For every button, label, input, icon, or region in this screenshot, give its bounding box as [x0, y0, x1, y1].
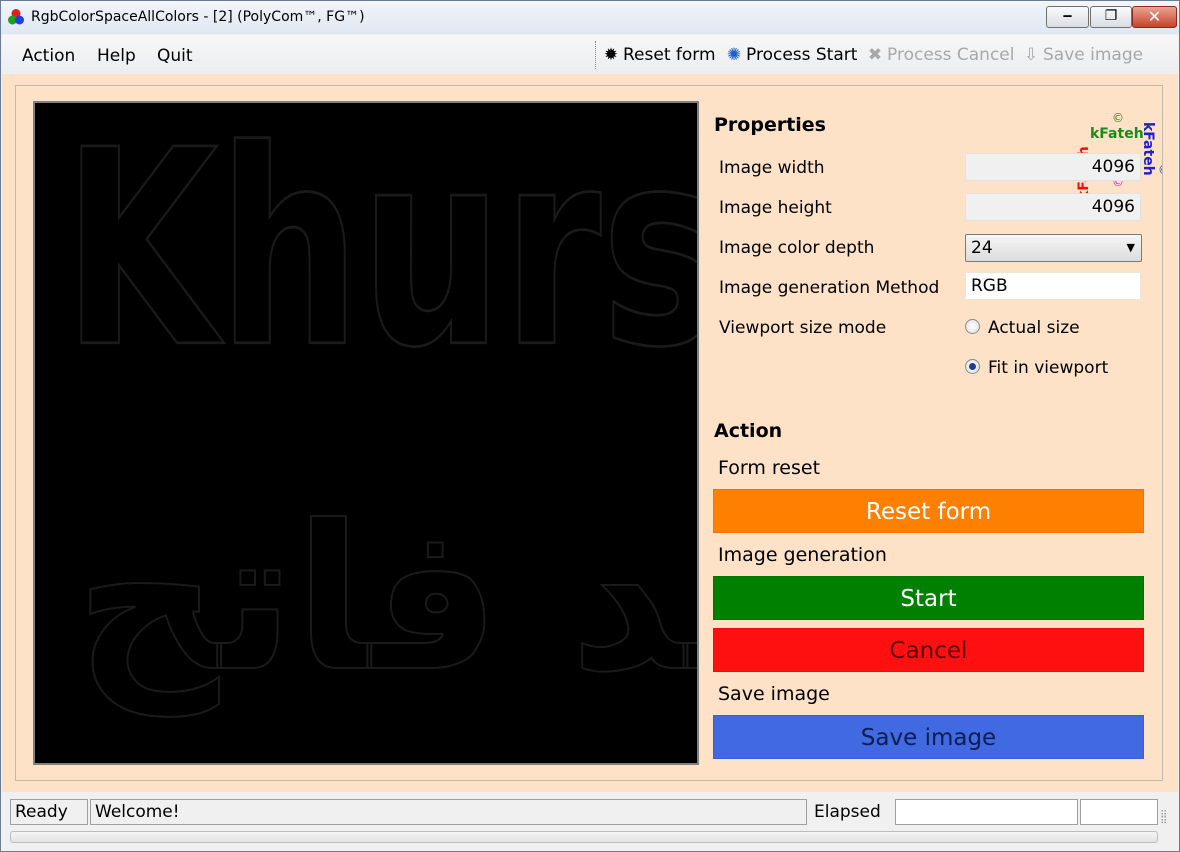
- start-button[interactable]: Start: [713, 576, 1144, 620]
- logo-text-top: kFateh: [1090, 126, 1144, 142]
- gear-icon: ✺: [726, 45, 742, 65]
- minimize-icon: ‒: [1062, 8, 1073, 24]
- app-window: RgbColorSpaceAllColors - [2] (PolyCom™, …: [0, 0, 1180, 852]
- image-viewport[interactable]: Khursheed Fateh خورشيد فاتح: [33, 101, 699, 765]
- toolbar-save-image-button[interactable]: ⇩ Save image: [1022, 45, 1143, 65]
- toolbar-process-start-button[interactable]: ✺ Process Start: [725, 45, 858, 65]
- toolbar-process-cancel-button[interactable]: ✖ Process Cancel: [866, 45, 1015, 65]
- image-generation-label: Image generation: [718, 544, 887, 566]
- watermark-arabic: خورشيد فاتح: [74, 482, 697, 717]
- cancel-icon: ✖: [867, 45, 883, 65]
- menu-bar: Action Help Quit ✹ Reset form ✺ Process St…: [2, 35, 1178, 73]
- radio-unchecked-icon: [965, 319, 980, 334]
- logo-symbol-top: ©: [1112, 112, 1124, 125]
- image-height-field[interactable]: 4096: [965, 193, 1141, 221]
- action-title: Action: [714, 420, 783, 442]
- save-image-label: Save image: [718, 683, 830, 705]
- progress-bar: [10, 831, 1158, 843]
- menu-help[interactable]: Help: [97, 46, 136, 66]
- logo-symbol-right: ©: [1158, 163, 1162, 177]
- radio-actual-size[interactable]: Actual size: [965, 318, 1080, 338]
- close-icon: ✕: [1147, 7, 1162, 26]
- elapsed-label: Elapsed: [809, 799, 893, 825]
- main-panel: Khursheed Fateh خورشيد فاتح kFateh © kFa…: [2, 74, 1178, 792]
- image-width-label: Image width: [719, 158, 825, 178]
- reset-icon: ✹: [603, 45, 619, 65]
- menu-quit[interactable]: Quit: [157, 46, 193, 66]
- image-width-field[interactable]: 4096: [965, 153, 1141, 181]
- close-button[interactable]: ✕: [1132, 6, 1177, 28]
- download-icon: ⇩: [1023, 45, 1039, 65]
- form-reset-label: Form reset: [718, 457, 821, 479]
- gen-method-field[interactable]: RGB: [965, 272, 1141, 300]
- maximize-button[interactable]: ❐: [1090, 6, 1132, 28]
- window-title: RgbColorSpaceAllColors - [2] (PolyCom™, …: [31, 9, 365, 25]
- resize-grip-icon[interactable]: ⠿ ⠿: [1160, 811, 1167, 827]
- status-message: Welcome!: [90, 799, 807, 825]
- image-height-label: Image height: [719, 198, 832, 218]
- color-depth-label: Image color depth: [719, 238, 875, 258]
- minimize-button[interactable]: ‒: [1046, 6, 1089, 28]
- maximize-icon: ❐: [1104, 8, 1118, 24]
- watermark-latin: Khursheed Fateh: [62, 101, 697, 409]
- reset-form-button[interactable]: Reset form: [713, 489, 1144, 533]
- toolbar-reset-form-button[interactable]: ✹ Reset form: [602, 45, 716, 65]
- logo-text-right: kFateh: [1140, 122, 1156, 176]
- title-bar: RgbColorSpaceAllColors - [2] (PolyCom™, …: [1, 1, 1179, 34]
- status-bar: Ready Welcome! Elapsed ⠿ ⠿: [2, 793, 1178, 851]
- properties-title: Properties: [714, 114, 826, 136]
- gen-method-label: Image generation Method: [719, 278, 940, 298]
- color-depth-select[interactable]: 24 ▼: [965, 234, 1142, 262]
- color-depth-value: 24: [971, 238, 993, 258]
- chevron-down-icon: ▼: [1126, 241, 1135, 254]
- elapsed-value: [895, 799, 1078, 825]
- radio-fit-in-viewport[interactable]: Fit in viewport: [965, 358, 1108, 378]
- viewport-mode-label: Viewport size mode: [719, 318, 887, 338]
- menu-action[interactable]: Action: [22, 46, 75, 66]
- radio-checked-icon: [965, 359, 980, 374]
- status-extra: [1080, 799, 1158, 825]
- save-image-button[interactable]: Save image: [713, 715, 1144, 759]
- toolbar-separator: [595, 41, 598, 69]
- status-text: Ready: [10, 799, 88, 825]
- cancel-button[interactable]: Cancel: [713, 628, 1144, 672]
- app-icon: [8, 9, 24, 25]
